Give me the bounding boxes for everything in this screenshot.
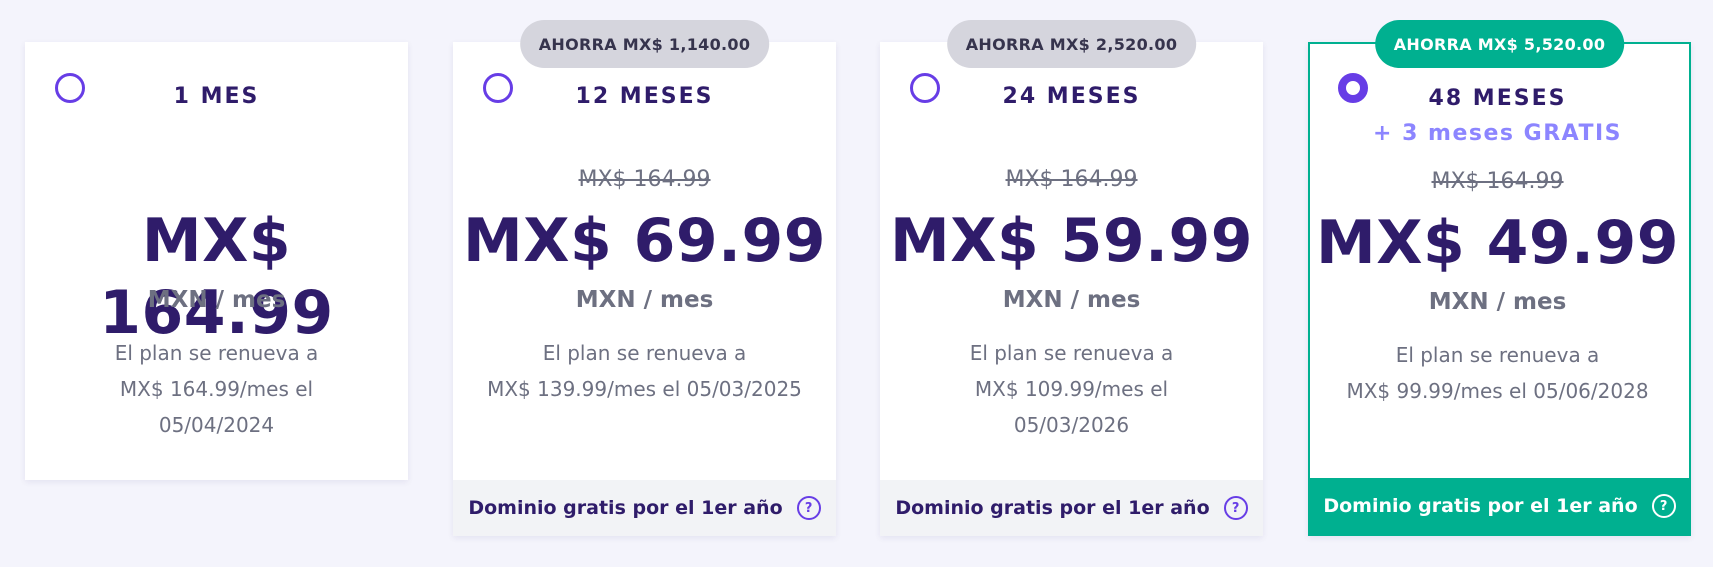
plan-renewal-text: El plan se renueva a MX$ 109.99/mes el 0… [969,341,1174,437]
plan-period: 48 MESES [1428,86,1567,111]
plan-price-unit: MXN / mes [1002,287,1141,313]
plan-period: 12 MESES [575,84,714,109]
plan-price-unit: MXN / mes [575,287,714,313]
plan-renewal-text: El plan se renueva a MX$ 139.99/mes el 0… [487,341,802,401]
plan-bonus-text: + 3 meses GRATIS [1372,121,1623,146]
plan-renewal-text: El plan se renueva a MX$ 164.99/mes el 0… [114,341,319,437]
question-circle-icon[interactable]: ? [796,496,821,520]
free-domain-label: Dominio gratis por el 1er año [1323,495,1638,517]
plan-price: MX$ 69.99 [463,206,826,276]
plan-card-48-meses[interactable]: AHORRA MX$ 5,520.00 48 MESES + 3 meses G… [1308,20,1691,536]
plan-price: MX$ 59.99 [890,206,1253,276]
savings-badge: AHORRA MX$ 2,520.00 [946,20,1197,68]
plan-period: 24 MESES [1002,84,1141,109]
question-circle-icon[interactable]: ? [1651,494,1676,518]
free-domain-label: Dominio gratis por el 1er año [895,497,1210,519]
plan-price: MX$ 49.99 [1316,208,1679,278]
plan-price: MX$ 164.99 [99,206,334,348]
plan-price-unit: MXN / mes [1428,289,1567,315]
plan-card-1-mes[interactable]: 1 MES MX$ 164.99 MXN / mes El plan se re… [25,42,408,480]
plan-card-24-meses[interactable]: AHORRA MX$ 2,520.00 24 MESES MX$ 164.99 … [880,20,1263,536]
plan-period: 1 MES [173,84,260,109]
plan-original-price: MX$ 164.99 [578,167,711,192]
savings-badge: AHORRA MX$ 5,520.00 [1374,20,1625,68]
free-domain-footer: Dominio gratis por el 1er año ? [1310,478,1689,534]
plan-price-unit: MXN / mes [147,287,286,313]
free-domain-label: Dominio gratis por el 1er año [468,497,783,519]
question-circle-icon[interactable]: ? [1223,496,1248,520]
free-domain-footer: Dominio gratis por el 1er año ? [880,480,1263,536]
plan-original-price: MX$ 164.99 [1431,169,1564,194]
savings-badge: AHORRA MX$ 1,140.00 [519,20,770,68]
plan-card-12-meses[interactable]: AHORRA MX$ 1,140.00 12 MESES MX$ 164.99 … [453,20,836,536]
free-domain-footer: Dominio gratis por el 1er año ? [453,480,836,536]
plan-renewal-text: El plan se renueva a MX$ 99.99/mes el 05… [1346,343,1649,403]
plan-original-price: MX$ 164.99 [1005,167,1138,192]
